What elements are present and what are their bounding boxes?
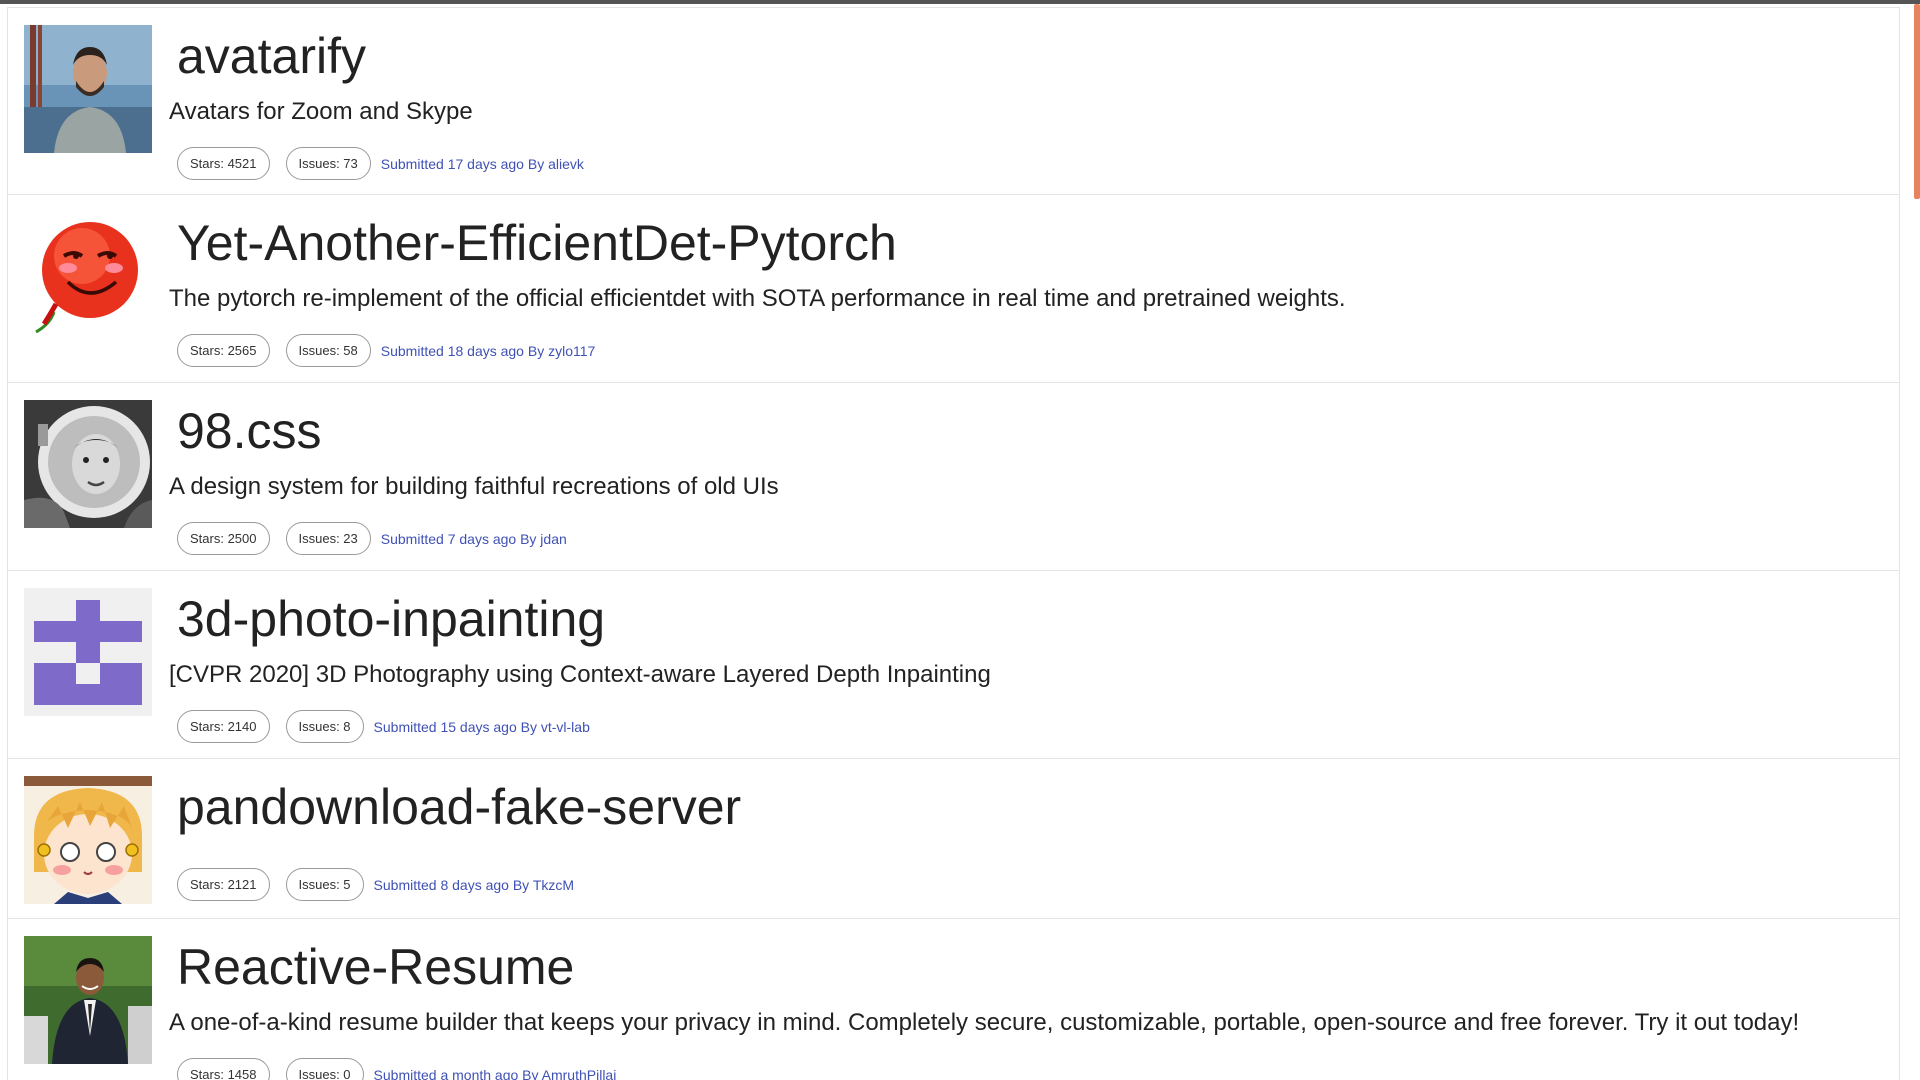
avatar-man-suit-image [24, 936, 152, 1064]
repo-meta: Stars: 2565 Issues: 58 Submitted 18 days… [177, 334, 595, 367]
repo-card[interactable]: 3d-photo-inpainting [CVPR 2020] 3D Photo… [7, 571, 1900, 759]
submitted-link[interactable]: Submitted a month ago By AmruthPillai [374, 1067, 617, 1080]
scrollbar-thumb[interactable] [1914, 4, 1920, 199]
issues-badge: Issues: 8 [285, 710, 364, 743]
repo-description: The pytorch re-implement of the official… [169, 285, 1346, 312]
issues-badge: Issues: 23 [285, 522, 371, 555]
repo-description: A design system for building faithful re… [169, 473, 779, 500]
repo-meta: Stars: 2140 Issues: 8 Submitted 15 days … [177, 710, 590, 743]
stars-badge: Stars: 4521 [177, 147, 270, 180]
repo-avatar[interactable] [24, 400, 152, 528]
repo-avatar[interactable] [24, 212, 152, 340]
repo-avatar[interactable] [24, 776, 152, 904]
repo-meta: Stars: 2121 Issues: 5 Submitted 8 days a… [177, 868, 574, 901]
repo-card[interactable]: pandownload-fake-server Stars: 2121 Issu… [7, 759, 1900, 919]
stars-badge: Stars: 2121 [177, 868, 270, 901]
submitted-link[interactable]: Submitted 18 days ago By zylo117 [381, 343, 596, 359]
page: avatarify Avatars for Zoom and Skype Sta… [0, 0, 1920, 1080]
repo-description: A one-of-a-kind resume builder that keep… [169, 1009, 1800, 1036]
issues-badge: Issues: 0 [285, 1058, 364, 1080]
repo-description: [CVPR 2020] 3D Photography using Context… [169, 661, 991, 688]
avatar-astronaut-image [24, 400, 152, 528]
repo-list: avatarify Avatars for Zoom and Skype Sta… [7, 7, 1900, 1080]
submitted-link[interactable]: Submitted 17 days ago By alievk [381, 156, 584, 172]
issues-badge: Issues: 73 [285, 147, 371, 180]
repo-title[interactable]: 3d-photo-inpainting [177, 589, 605, 649]
repo-title[interactable]: pandownload-fake-server [177, 777, 741, 837]
repo-card[interactable]: Yet-Another-EfficientDet-Pytorch The pyt… [7, 195, 1900, 383]
avatar-man-bridge-image [24, 25, 152, 153]
repo-card[interactable]: avatarify Avatars for Zoom and Skype Sta… [7, 7, 1900, 195]
repo-avatar[interactable] [24, 588, 152, 716]
avatar-anime-girl-image [24, 776, 152, 904]
stars-badge: Stars: 2500 [177, 522, 270, 555]
repo-meta: Stars: 4521 Issues: 73 Submitted 17 days… [177, 147, 584, 180]
repo-meta: Stars: 1458 Issues: 0 Submitted a month … [177, 1058, 616, 1080]
repo-meta: Stars: 2500 Issues: 23 Submitted 7 days … [177, 522, 567, 555]
avatar-identicon-image [24, 588, 152, 716]
repo-description: Avatars for Zoom and Skype [169, 98, 473, 125]
issues-badge: Issues: 5 [285, 868, 364, 901]
stars-badge: Stars: 2565 [177, 334, 270, 367]
avatar-red-face-image [24, 212, 152, 340]
repo-avatar[interactable] [24, 936, 152, 1064]
repo-title[interactable]: Yet-Another-EfficientDet-Pytorch [177, 213, 897, 273]
scrollbar[interactable] [1900, 4, 1920, 1080]
repo-title[interactable]: 98.css [177, 401, 322, 461]
issues-badge: Issues: 58 [285, 334, 371, 367]
repo-card[interactable]: 98.css A design system for building fait… [7, 383, 1900, 571]
repo-title[interactable]: avatarify [177, 26, 366, 86]
submitted-link[interactable]: Submitted 8 days ago By TkzcM [374, 877, 575, 893]
repo-avatar[interactable] [24, 25, 152, 153]
repo-title[interactable]: Reactive-Resume [177, 937, 574, 997]
stars-badge: Stars: 1458 [177, 1058, 270, 1080]
repo-card[interactable]: Reactive-Resume A one-of-a-kind resume b… [7, 919, 1900, 1080]
submitted-link[interactable]: Submitted 7 days ago By jdan [381, 531, 567, 547]
submitted-link[interactable]: Submitted 15 days ago By vt-vl-lab [374, 719, 590, 735]
stars-badge: Stars: 2140 [177, 710, 270, 743]
